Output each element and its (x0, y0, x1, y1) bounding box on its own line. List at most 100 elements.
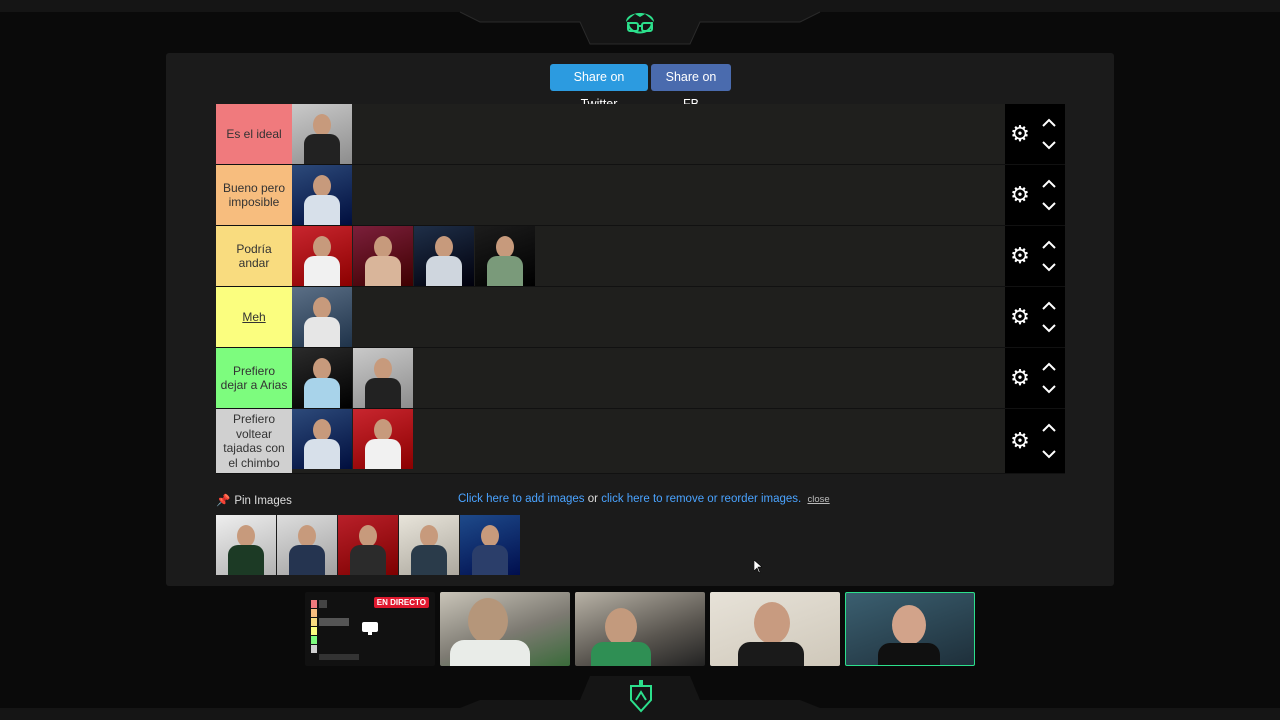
webcam-guest-3[interactable] (710, 592, 840, 666)
coach-image[interactable] (292, 165, 352, 225)
share-twitter-button[interactable]: Share on Twitter (550, 64, 648, 111)
tier-row: Meh ⚙ (216, 287, 1065, 348)
coach-face (374, 419, 392, 441)
coach-image[interactable] (460, 515, 520, 575)
coach-image[interactable] (414, 226, 474, 286)
tier-label-text: Bueno pero imposible (222, 180, 286, 210)
pin-images-row: 📌 Pin Images Click here to add images or … (216, 493, 1065, 509)
add-images-link[interactable]: Click here to add images (458, 493, 585, 505)
chevron-up-icon[interactable] (1041, 240, 1057, 250)
chevron-down-icon[interactable] (1041, 449, 1057, 459)
coach-face (481, 525, 499, 547)
coach-body (304, 439, 340, 469)
mouse-cursor-icon (754, 560, 762, 573)
chevron-down-icon[interactable] (1041, 262, 1057, 272)
tier-label[interactable]: Prefiero voltear tajadas con el chimbo (216, 409, 292, 473)
chevron-down-icon[interactable] (1041, 323, 1057, 333)
gear-icon[interactable]: ⚙ (1009, 245, 1031, 267)
coach-image[interactable] (353, 226, 413, 286)
coach-image[interactable] (292, 409, 352, 469)
tier-table: Es el ideal ⚙ Bueno pero imposible ⚙ Podría … (216, 104, 1065, 474)
tier-label[interactable]: Es el ideal (216, 104, 292, 164)
tier-label-text: Es el ideal (226, 126, 282, 141)
tier-row: Podría andar ⚙ (216, 226, 1065, 287)
coach-image[interactable] (292, 348, 352, 408)
tier-label[interactable]: Bueno pero imposible (216, 165, 292, 225)
coach-face (313, 419, 331, 441)
coach-body (304, 256, 340, 286)
tier-row: Es el ideal ⚙ (216, 104, 1065, 165)
close-link[interactable]: close (807, 494, 829, 505)
gear-icon[interactable]: ⚙ (1009, 306, 1031, 328)
stream-overlay: Share on Twitter Share on FB Es el ideal… (0, 0, 1280, 720)
coach-face (298, 525, 316, 547)
tier-label-text: Prefiero dejar a Arias (220, 363, 288, 393)
coach-face (313, 175, 331, 197)
coach-body (350, 545, 386, 575)
tier-label[interactable]: Podría andar (216, 226, 292, 286)
gear-icon[interactable]: ⚙ (1009, 430, 1031, 452)
tier-row: Prefiero dejar a Arias ⚙ (216, 348, 1065, 409)
coach-image[interactable] (475, 226, 535, 286)
tier-controls: ⚙ (1005, 165, 1065, 225)
remove-reorder-images-link[interactable]: click here to remove or reorder images. (601, 493, 801, 505)
coach-image[interactable] (292, 104, 352, 164)
gear-icon[interactable]: ⚙ (1009, 184, 1031, 206)
tier-label[interactable]: Meh (216, 287, 292, 347)
chevron-up-icon[interactable] (1041, 301, 1057, 311)
tier-row: Prefiero voltear tajadas con el chimbo ⚙ (216, 409, 1065, 474)
pin-images-label: Pin Images (234, 495, 292, 507)
coach-face (313, 236, 331, 258)
tier-label-text: Podría andar (236, 241, 272, 271)
image-links: Click here to add images or click here t… (458, 493, 830, 505)
webcam-guest-2[interactable] (575, 592, 705, 666)
coach-image[interactable] (277, 515, 337, 575)
tier-items (292, 287, 1065, 347)
coach-body (365, 256, 401, 286)
coach-face (435, 236, 453, 258)
coach-body (228, 545, 264, 575)
coach-image[interactable] (216, 515, 276, 575)
links-or-text: or (587, 493, 598, 505)
tier-items (292, 348, 1065, 408)
gear-icon[interactable]: ⚙ (1009, 123, 1031, 145)
host-face (892, 605, 926, 645)
coach-body (365, 439, 401, 469)
coach-face (359, 525, 377, 547)
coach-image[interactable] (292, 287, 352, 347)
guest-1-shirt (450, 640, 530, 666)
coach-image[interactable] (399, 515, 459, 575)
screen-share-thumbnail[interactable]: EN DIRECTO (305, 592, 435, 666)
chevron-up-icon[interactable] (1041, 423, 1057, 433)
host-shirt (878, 643, 940, 665)
chevron-down-icon[interactable] (1041, 384, 1057, 394)
chevron-down-icon[interactable] (1041, 201, 1057, 211)
guest-3-shirt (738, 642, 804, 666)
coach-image[interactable] (353, 348, 413, 408)
chevron-up-icon[interactable] (1041, 362, 1057, 372)
guest-2-shirt (591, 642, 651, 666)
chevron-down-icon[interactable] (1041, 140, 1057, 150)
coach-body (487, 256, 523, 286)
coach-face (496, 236, 514, 258)
coach-face (374, 358, 392, 380)
pin-images-toggle[interactable]: 📌 Pin Images (216, 493, 292, 507)
chevron-up-icon[interactable] (1041, 179, 1057, 189)
tier-label[interactable]: Prefiero dejar a Arias (216, 348, 292, 408)
tier-items (292, 409, 1065, 473)
webcam-host[interactable] (845, 592, 975, 666)
guest-3-face (754, 602, 790, 644)
webcam-guest-1[interactable] (440, 592, 570, 666)
gear-icon[interactable]: ⚙ (1009, 367, 1031, 389)
tier-row: Bueno pero imposible ⚙ (216, 165, 1065, 226)
share-facebook-button[interactable]: Share on FB (651, 64, 731, 111)
tier-controls: ⚙ (1005, 348, 1065, 408)
coach-image[interactable] (338, 515, 398, 575)
coach-body (304, 134, 340, 164)
chevron-up-icon[interactable] (1041, 118, 1057, 128)
coach-image[interactable] (353, 409, 413, 469)
coach-image[interactable] (292, 226, 352, 286)
coach-face (313, 114, 331, 136)
coach-face (313, 297, 331, 319)
guest-2-face (605, 608, 637, 646)
